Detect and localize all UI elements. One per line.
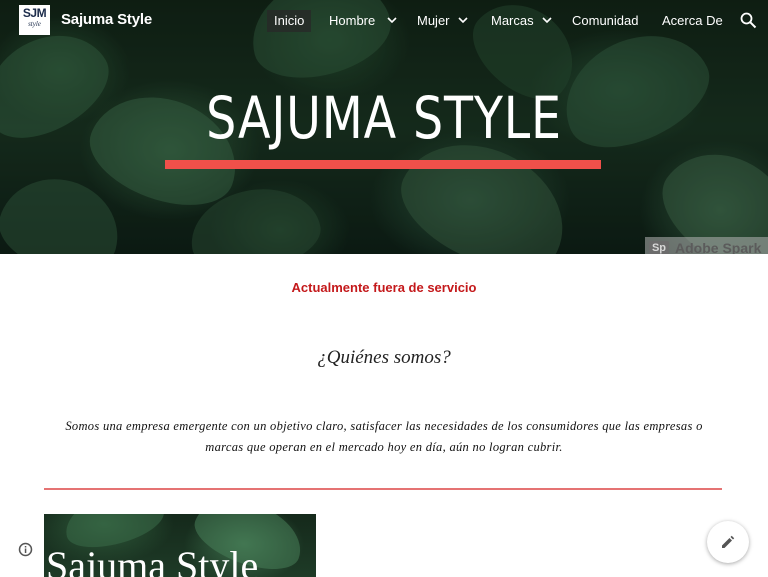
nav-item-hombre[interactable]: Hombre — [329, 11, 375, 31]
search-icon[interactable] — [740, 12, 757, 29]
nav-item-acerca-de[interactable]: Acerca De — [662, 11, 723, 31]
featured-image-title: Sajuma Style — [46, 543, 259, 577]
section-divider — [44, 488, 722, 490]
service-notice: Actualmente fuera de servicio — [291, 280, 477, 295]
about-paragraph: Somos una empresa emergente con un objet… — [65, 419, 703, 454]
nav-item-comunidad[interactable]: Comunidad — [572, 11, 639, 31]
logo-main-text: SJM — [22, 6, 47, 20]
pencil-icon — [722, 535, 735, 548]
hero-accent-bar — [165, 160, 601, 169]
site-logo[interactable]: SJM style — [19, 5, 50, 35]
section-heading: ¿Quiénes somos? — [317, 347, 451, 368]
logo-sub-text: style — [28, 20, 41, 28]
featured-image: Sajuma Style — [44, 514, 316, 577]
chevron-down-icon[interactable] — [385, 13, 399, 27]
hero-title: SAJUMA STYLE — [206, 84, 562, 152]
edit-button[interactable] — [707, 521, 749, 563]
nav-item-mujer[interactable]: Mujer — [417, 11, 450, 31]
watermark-label: Adobe Spark — [675, 240, 762, 254]
adobe-spark-logo: Sp — [649, 241, 669, 254]
info-icon[interactable] — [18, 542, 33, 557]
site-title[interactable]: Sajuma Style — [61, 11, 152, 28]
nav-item-inicio[interactable]: Inicio — [267, 10, 312, 32]
adobe-spark-watermark: Sp Adobe Spark — [645, 237, 768, 254]
chevron-down-icon[interactable] — [540, 13, 554, 27]
top-navigation-bar: SJM style Sajuma Style Inicio Hombre Muj… — [0, 0, 768, 42]
chevron-down-icon[interactable] — [456, 13, 470, 27]
nav-item-marcas[interactable]: Marcas — [491, 11, 534, 31]
